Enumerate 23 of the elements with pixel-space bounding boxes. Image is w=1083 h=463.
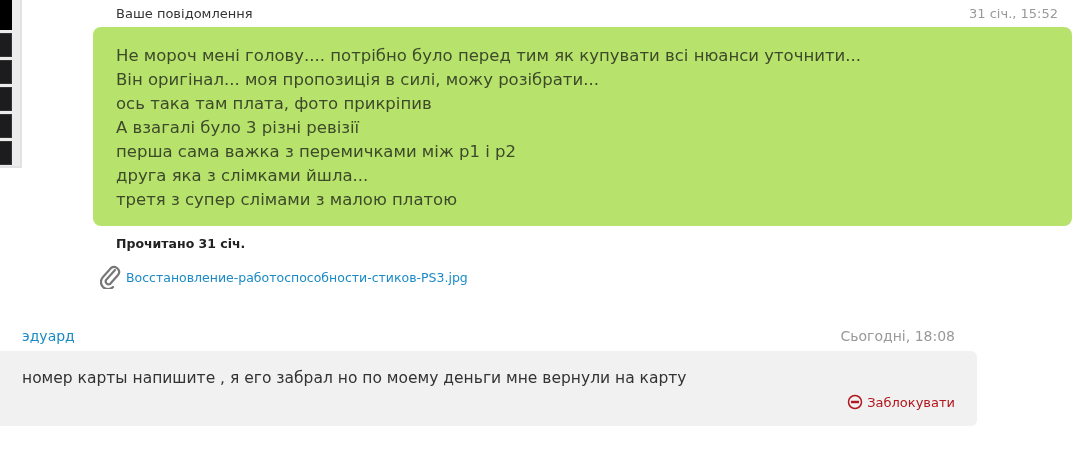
panel-header: [0, 0, 12, 30]
message-line: друга яка з слімками йшла...: [116, 165, 370, 187]
message-text: номер карты напишите , я его забрал но по моему деньги мне вернули на карту: [22, 369, 688, 387]
message-line: перша сама важка з перемичками між p1 і p2: [116, 141, 518, 163]
panel-tile[interactable]: [0, 60, 12, 84]
message-line: Він оригінал... моя пропозиція в силі, можу розібрати...: [116, 69, 600, 91]
message-line: третя з супер слімами з малою платою: [116, 189, 459, 211]
message-time: 31 січ., 15:52: [969, 5, 1058, 21]
message-time: Сьогодні, 18:08: [840, 328, 955, 344]
read-status: Прочитано 31 січ.: [116, 236, 247, 251]
message-label: Ваше повідомлення: [116, 5, 253, 21]
block-icon: [847, 394, 864, 410]
panel-tile[interactable]: [0, 114, 12, 138]
block-link[interactable]: Заблокувати: [847, 394, 955, 410]
paperclip-icon: [100, 265, 122, 289]
attachment-link[interactable]: Восстановление-работоспособности-стиков-PS3.jpg: [126, 269, 468, 285]
panel-tile[interactable]: [0, 141, 12, 165]
panel-tile[interactable]: [0, 87, 12, 111]
message-line: ось така там плата, фото прикріпив: [116, 93, 433, 115]
message-line: А взагалі було 3 різні ревізії: [116, 117, 361, 139]
panel-tile[interactable]: [0, 33, 12, 57]
message-line: Не мороч мені голову.... потрібно було перед тим як купувати всі нюанси уточнити...: [116, 45, 863, 67]
sender-name[interactable]: эдуард: [22, 328, 75, 344]
